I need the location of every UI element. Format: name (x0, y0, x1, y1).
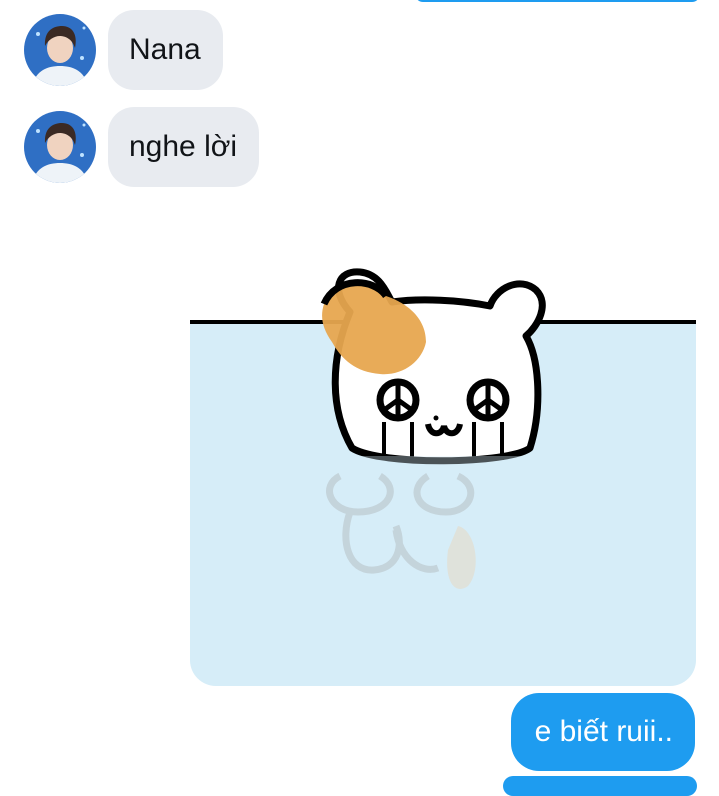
message-text: Nana (129, 33, 201, 66)
incoming-message-bubble[interactable]: Nana (108, 10, 223, 90)
avatar[interactable] (24, 14, 96, 86)
avatar-photo-icon (24, 14, 96, 86)
message-text: e biết ruii.. (534, 715, 673, 748)
avatar[interactable] (24, 111, 96, 183)
outgoing-sticker[interactable] (190, 250, 696, 686)
next-outgoing-bubble (503, 776, 697, 796)
crying-hamster-sticker-icon (190, 250, 696, 686)
incoming-message-row: Nana (24, 10, 223, 90)
incoming-message-row: nghe lời (24, 107, 260, 187)
incoming-message-bubble[interactable]: nghe lời (108, 107, 260, 187)
message-text: nghe lời (129, 130, 238, 163)
outgoing-message-bubble[interactable]: e biết ruii.. (510, 693, 695, 771)
previous-outgoing-bubble (415, 0, 700, 2)
avatar-photo-icon (24, 111, 96, 183)
